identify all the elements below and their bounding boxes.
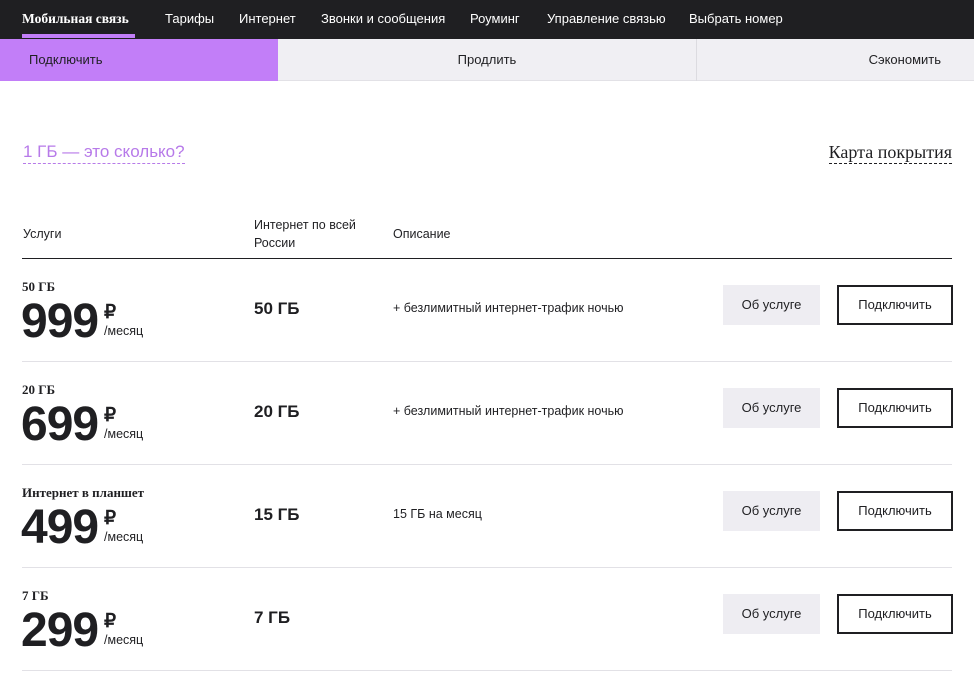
coverage-map-link[interactable]: Карта покрытия bbox=[828, 141, 952, 164]
table-row: 50 ГБ 999 ₽ /месяц 50 ГБ + безлимитный и… bbox=[21, 259, 953, 362]
connect-button[interactable]: Подключить bbox=[837, 594, 953, 634]
service-description: 15 ГБ на месяц bbox=[393, 507, 482, 521]
nav-item-calls[interactable]: Звонки и сообщения bbox=[321, 0, 445, 39]
connect-button[interactable]: Подключить bbox=[837, 491, 953, 531]
internet-volume: 15 ГБ bbox=[254, 505, 300, 524]
tab-connect[interactable]: Подключить bbox=[0, 39, 278, 81]
column-header-internet: Интернет по всей России bbox=[254, 218, 356, 250]
price-period: /месяц bbox=[104, 427, 144, 441]
internet-volume: 50 ГБ bbox=[254, 299, 300, 318]
gb-question-link[interactable]: 1 ГБ — это сколько? bbox=[23, 141, 185, 164]
column-header-services: Услуги bbox=[23, 227, 62, 241]
internet-volume: 20 ГБ bbox=[254, 402, 300, 421]
about-service-button[interactable]: Об услуге bbox=[723, 285, 820, 325]
service-price: 499 bbox=[21, 501, 99, 554]
ruble-sign: ₽ bbox=[104, 508, 117, 529]
connect-button[interactable]: Подключить bbox=[837, 388, 953, 428]
table-row: Интернет в планшет 499 ₽ /месяц 15 ГБ 15… bbox=[21, 465, 953, 568]
price-period: /месяц bbox=[104, 633, 144, 647]
service-description: + безлимитный интернет-трафик ночью bbox=[393, 404, 624, 418]
column-header-description: Описание bbox=[393, 227, 451, 241]
nav-item-internet[interactable]: Интернет bbox=[239, 0, 296, 39]
price-period: /месяц bbox=[104, 324, 144, 338]
service-name: 7 ГБ bbox=[22, 588, 49, 603]
ruble-sign: ₽ bbox=[104, 302, 117, 323]
active-nav-indicator bbox=[22, 34, 135, 38]
sub-navigation: Подключить Продлить Сэкономить bbox=[0, 39, 974, 81]
nav-item-management[interactable]: Управление связью bbox=[547, 0, 666, 39]
internet-volume: 7 ГБ bbox=[254, 608, 291, 627]
about-service-button[interactable]: Об услуге bbox=[723, 594, 820, 634]
nav-item-tariffs[interactable]: Тарифы bbox=[165, 0, 214, 39]
service-name: 20 ГБ bbox=[22, 382, 56, 397]
service-price: 299 bbox=[21, 604, 99, 657]
table-row: 20 ГБ 699 ₽ /месяц 20 ГБ + безлимитный и… bbox=[21, 362, 953, 465]
nav-item-roaming[interactable]: Роуминг bbox=[470, 0, 520, 39]
service-description: + безлимитный интернет-трафик ночью bbox=[393, 301, 624, 315]
service-name: Интернет в планшет bbox=[22, 485, 145, 500]
table-row: 7 ГБ 299 ₽ /месяц 7 ГБ Об услуге Подключ… bbox=[21, 568, 953, 671]
about-service-button[interactable]: Об услуге bbox=[723, 388, 820, 428]
price-period: /месяц bbox=[104, 530, 144, 544]
top-navigation: Мобильная связь Тарифы Интернет Звонки и… bbox=[0, 0, 974, 39]
nav-item-choose-number[interactable]: Выбрать номер bbox=[689, 0, 783, 39]
tab-save[interactable]: Сэкономить bbox=[697, 39, 974, 81]
about-service-button[interactable]: Об услуге bbox=[723, 491, 820, 531]
ruble-sign: ₽ bbox=[104, 405, 117, 426]
ruble-sign: ₽ bbox=[104, 611, 117, 632]
service-price: 999 bbox=[21, 295, 99, 348]
service-name: 50 ГБ bbox=[22, 279, 56, 294]
tab-extend[interactable]: Продлить bbox=[278, 39, 697, 81]
service-price: 699 bbox=[21, 398, 99, 451]
connect-button[interactable]: Подключить bbox=[837, 285, 953, 325]
